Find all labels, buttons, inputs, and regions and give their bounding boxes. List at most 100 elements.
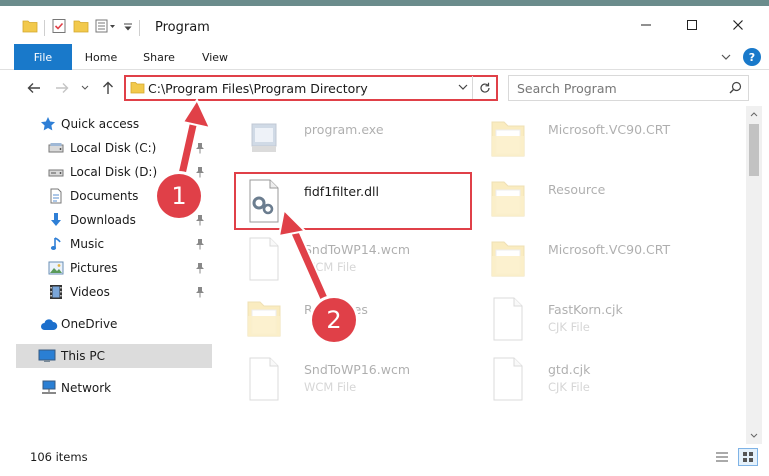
search-icon bbox=[729, 81, 742, 97]
file-item-microsoft-vc90-crt-2[interactable]: Microsoft.VC90.CRT bbox=[466, 232, 716, 288]
file-type: CJK File bbox=[548, 320, 590, 334]
search-placeholder: Search Program bbox=[517, 81, 617, 96]
status-bar: 106 items bbox=[0, 444, 769, 476]
window-title: Program bbox=[155, 20, 210, 35]
file-highlight-box bbox=[234, 172, 472, 230]
tab-share[interactable]: Share bbox=[136, 44, 182, 70]
sidebar-item-label: Music bbox=[70, 237, 105, 251]
maximize-icon bbox=[687, 20, 697, 30]
chevron-down-icon bbox=[81, 85, 89, 90]
chevron-down-icon bbox=[750, 433, 758, 438]
folder-icon bbox=[22, 19, 38, 36]
sidebar-item-label: Network bbox=[61, 381, 112, 395]
refresh-icon bbox=[479, 82, 490, 93]
folder-icon bbox=[490, 236, 526, 282]
blank-file-icon bbox=[490, 356, 526, 402]
search-input[interactable]: Search Program bbox=[508, 75, 749, 101]
sidebar-item-network[interactable]: Network bbox=[0, 376, 212, 400]
cloud-icon bbox=[40, 317, 58, 333]
sidebar-item-onedrive[interactable]: OneDrive bbox=[0, 312, 212, 336]
file-name: Microsoft.VC90.CRT bbox=[548, 242, 671, 257]
sidebar-item-label: Local Disk (C:) bbox=[70, 141, 157, 155]
file-item-fastkorn-cjk[interactable]: FastKorn.cjk CJK File bbox=[466, 292, 716, 348]
file-item-sndtowp14-wcm[interactable]: SndToWP14.wcm WCM File bbox=[222, 232, 472, 288]
file-name: gtd.cjk bbox=[548, 362, 591, 377]
star-icon bbox=[40, 116, 56, 132]
scroll-down-button[interactable] bbox=[746, 428, 762, 444]
maximize-button[interactable] bbox=[669, 12, 715, 38]
ribbon-expand-button[interactable] bbox=[717, 48, 735, 66]
chevron-down-icon bbox=[458, 84, 468, 90]
minimize-button[interactable] bbox=[623, 12, 669, 38]
step-1-badge: 1 bbox=[157, 174, 201, 218]
download-icon bbox=[48, 212, 64, 228]
pin-icon[interactable] bbox=[195, 142, 205, 157]
file-type: WCM File bbox=[304, 380, 357, 394]
customize-icon[interactable] bbox=[95, 19, 117, 36]
scroll-up-button[interactable] bbox=[746, 106, 762, 122]
tab-file[interactable]: File bbox=[14, 44, 72, 70]
address-path: C:\Program Files\Program Directory bbox=[148, 81, 368, 96]
properties-icon[interactable] bbox=[51, 18, 67, 37]
item-count: 106 items bbox=[30, 450, 88, 464]
sidebar-item-music[interactable]: Music bbox=[0, 232, 212, 256]
recent-locations-button[interactable] bbox=[78, 78, 92, 98]
details-view-button[interactable] bbox=[712, 448, 732, 466]
quick-access-toolbar bbox=[22, 18, 140, 37]
file-name: program.exe bbox=[304, 122, 384, 137]
pin-icon[interactable] bbox=[195, 214, 205, 229]
sidebar-item-label: Pictures bbox=[70, 261, 118, 275]
sidebar-item-label: Videos bbox=[70, 285, 110, 299]
file-item-gtd-cjk[interactable]: gtd.cjk CJK File bbox=[466, 352, 716, 408]
pin-icon[interactable] bbox=[195, 166, 205, 181]
title-bar: Program bbox=[0, 0, 769, 38]
toolbar-separator bbox=[44, 19, 45, 36]
address-dropdown-button[interactable] bbox=[458, 80, 468, 97]
sidebar-item-label: Local Disk (D:) bbox=[70, 165, 158, 179]
tab-home[interactable]: Home bbox=[78, 44, 124, 70]
sidebar-item-local-disk-c[interactable]: Local Disk (C:) bbox=[0, 136, 212, 160]
file-list: program.exe fidf1filter.dll SndToWP14.wc… bbox=[212, 106, 746, 444]
back-button[interactable] bbox=[24, 78, 44, 98]
file-item-program-exe[interactable]: program.exe bbox=[222, 112, 472, 168]
file-item-sndtowp16-wcm[interactable]: SndToWP16.wcm WCM File bbox=[222, 352, 472, 408]
pin-icon[interactable] bbox=[195, 286, 205, 301]
sidebar-item-videos[interactable]: Videos bbox=[0, 280, 212, 304]
pin-icon[interactable] bbox=[195, 238, 205, 253]
blank-file-icon bbox=[490, 296, 526, 342]
refresh-button[interactable] bbox=[472, 76, 496, 99]
file-type: WCM File bbox=[304, 260, 357, 274]
sidebar-item-quick-access[interactable]: Quick access bbox=[0, 112, 212, 136]
file-name: FastKorn.cjk bbox=[548, 302, 623, 317]
pin-icon[interactable] bbox=[195, 262, 205, 277]
tab-view[interactable]: View bbox=[194, 44, 236, 70]
scrollbar-thumb[interactable] bbox=[749, 124, 759, 176]
file-name: SndToWP14.wcm bbox=[304, 242, 410, 257]
arrow-up-icon bbox=[103, 81, 113, 94]
up-button[interactable] bbox=[98, 78, 118, 98]
large-icons-view-icon bbox=[743, 452, 753, 462]
sidebar-item-pictures[interactable]: Pictures bbox=[0, 256, 212, 280]
sidebar-item-this-pc[interactable]: This PC bbox=[16, 344, 225, 368]
close-button[interactable] bbox=[715, 12, 761, 38]
chevron-down-icon[interactable] bbox=[123, 21, 133, 35]
file-item-resource[interactable]: Resource bbox=[466, 172, 716, 228]
file-item-microsoft-vc90-crt[interactable]: Microsoft.VC90.CRT bbox=[466, 112, 716, 168]
sidebar-item-label: Documents bbox=[70, 189, 139, 203]
close-icon bbox=[733, 20, 743, 30]
navigation-pane: Quick access Local Disk (C:) Local Disk … bbox=[0, 106, 225, 444]
music-icon bbox=[48, 236, 64, 252]
help-button[interactable]: ? bbox=[743, 48, 761, 66]
forward-button[interactable] bbox=[52, 78, 72, 98]
exe-icon bbox=[246, 116, 282, 162]
video-icon bbox=[48, 284, 64, 300]
large-icons-view-button[interactable] bbox=[738, 448, 758, 466]
address-bar[interactable]: C:\Program Files\Program Directory bbox=[124, 75, 498, 101]
arrow-left-icon bbox=[27, 83, 40, 93]
folder-icon bbox=[130, 81, 145, 97]
network-icon bbox=[40, 380, 58, 396]
vertical-scrollbar[interactable] bbox=[746, 106, 762, 444]
file-name: Microsoft.VC90.CRT bbox=[548, 122, 671, 137]
details-view-icon bbox=[716, 452, 728, 462]
new-folder-icon[interactable] bbox=[73, 19, 89, 36]
